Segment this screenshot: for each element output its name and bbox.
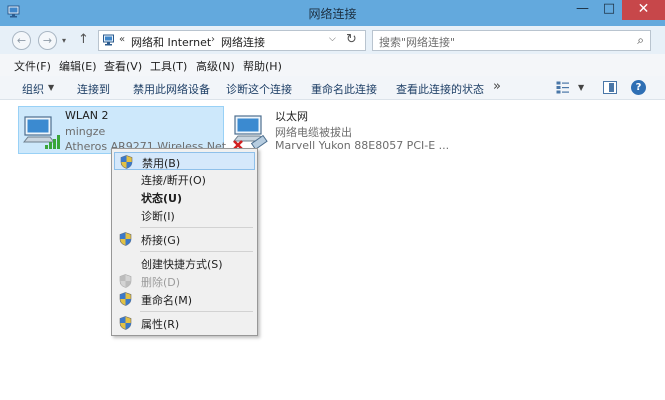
menu-item-label: 禁用(B) <box>142 157 181 170</box>
change-view-icon[interactable] <box>556 81 570 94</box>
connection-status: 网络电缆被拔出 <box>275 126 352 139</box>
menu-item-status[interactable]: 状态(U) <box>114 188 255 206</box>
preview-pane-icon[interactable] <box>603 81 617 94</box>
uac-shield-icon <box>119 232 132 246</box>
menu-item-connect-disconnect[interactable]: 连接/断开(O) <box>114 170 255 188</box>
menu-item-delete: 删除(D) <box>114 272 255 290</box>
menu-item-create-shortcut[interactable]: 创建快捷方式(S) <box>114 254 255 272</box>
menu-separator <box>140 311 253 312</box>
up-button[interactable]: ↑ <box>78 32 89 47</box>
menu-advanced[interactable]: 高级(N) <box>196 58 235 74</box>
connection-device: Marvell Yukon 88E8057 PCI-E ... <box>275 139 450 152</box>
menu-separator <box>140 227 253 228</box>
connections-list: WLAN 2 mingze Atheros AR9271 Wireless Ne… <box>0 100 665 400</box>
connection-name: 以太网 <box>275 110 308 123</box>
context-menu: 禁用(B) 连接/断开(O) 状态(U) 诊断(I) 桥接(G) 创建快捷方式(… <box>111 148 258 336</box>
menu-item-label: 桥接(G) <box>141 234 181 247</box>
recent-locations-dropdown[interactable]: ▾ <box>62 36 66 45</box>
help-icon[interactable]: ? <box>631 80 646 95</box>
disable-device-button[interactable]: 禁用此网络设备 <box>133 81 210 97</box>
address-dropdown-icon[interactable]: ⌵ <box>329 34 336 44</box>
navigation-bar: ← → ▾ ↑ « 网络和 Internet › 网络连接 ⌵ ↻ 搜索"网络连… <box>0 26 665 54</box>
preview-pane-fill <box>609 83 614 92</box>
connect-to-button[interactable]: 连接到 <box>77 81 110 97</box>
menu-bar: 文件(F) 编辑(E) 查看(V) 工具(T) 高级(N) 帮助(H) <box>0 54 665 76</box>
organize-button[interactable]: 组织 <box>22 81 44 97</box>
refresh-icon[interactable]: ↻ <box>346 32 357 47</box>
menu-item-label: 状态(U) <box>141 192 182 205</box>
connection-network: mingze <box>65 125 106 138</box>
breadcrumb-network-connections[interactable]: 网络连接 <box>221 34 265 50</box>
menu-item-diagnose[interactable]: 诊断(I) <box>114 206 255 224</box>
connection-name: WLAN 2 <box>65 109 109 122</box>
menu-edit[interactable]: 编辑(E) <box>59 58 97 74</box>
address-overflow-chevron[interactable]: « <box>119 34 125 45</box>
minimize-button[interactable]: — <box>569 0 596 20</box>
search-box[interactable]: 搜索"网络连接" ⌕ <box>372 30 651 51</box>
breadcrumb-separator[interactable]: › <box>211 34 215 45</box>
uac-shield-icon <box>119 274 132 288</box>
close-button[interactable]: ✕ <box>622 0 665 20</box>
menu-separator <box>140 251 253 252</box>
explorer-window: 网络连接 — □ ✕ ← → ▾ ↑ « 网络和 Internet › 网络连接… <box>0 0 665 400</box>
organize-dropdown-icon[interactable]: ▼ <box>48 83 54 92</box>
menu-item-label: 连接/断开(O) <box>141 174 206 187</box>
command-bar: 组织 ▼ 连接到 禁用此网络设备 诊断这个连接 重命名此连接 查看此连接的状态 … <box>0 76 665 100</box>
menu-file[interactable]: 文件(F) <box>14 58 51 74</box>
menu-item-label: 删除(D) <box>141 276 181 289</box>
title-bar[interactable]: 网络连接 — □ ✕ <box>0 0 665 26</box>
menu-item-bridge[interactable]: 桥接(G) <box>114 230 255 248</box>
menu-item-rename[interactable]: 重命名(M) <box>114 290 255 308</box>
ethernet-adapter-icon <box>233 115 268 150</box>
menu-item-label: 创建快捷方式(S) <box>141 258 223 271</box>
uac-shield-icon <box>119 292 132 306</box>
uac-shield-icon <box>119 316 132 330</box>
search-icon[interactable]: ⌕ <box>637 33 644 48</box>
menu-item-label: 属性(R) <box>141 318 180 331</box>
view-status-button[interactable]: 查看此连接的状态 <box>396 81 484 97</box>
menu-item-disable[interactable]: 禁用(B) <box>114 152 255 170</box>
menu-view[interactable]: 查看(V) <box>104 58 142 74</box>
window-title: 网络连接 <box>308 7 357 21</box>
network-folder-icon <box>103 34 114 46</box>
rename-connection-button[interactable]: 重命名此连接 <box>311 81 377 97</box>
menu-tools[interactable]: 工具(T) <box>150 58 187 74</box>
maximize-button[interactable]: □ <box>596 0 622 20</box>
menu-help[interactable]: 帮助(H) <box>243 58 282 74</box>
connection-item-ethernet[interactable]: 以太网 网络电缆被拔出 Marvell Yukon 88E8057 PCI-E … <box>229 106 449 154</box>
back-button[interactable]: ← <box>12 31 31 50</box>
breadcrumb-network-internet[interactable]: 网络和 Internet <box>131 34 211 50</box>
uac-shield-icon <box>120 155 133 169</box>
search-input[interactable]: 搜索"网络连接" <box>379 34 455 50</box>
menu-item-properties[interactable]: 属性(R) <box>114 314 255 332</box>
wireless-adapter-icon <box>23 116 60 149</box>
more-commands-icon[interactable]: » <box>493 79 501 94</box>
connection-item-wlan2[interactable]: WLAN 2 mingze Atheros AR9271 Wireless Ne… <box>18 106 237 154</box>
menu-item-label: 诊断(I) <box>141 210 175 223</box>
view-dropdown-icon[interactable]: ▼ <box>578 83 584 92</box>
forward-button[interactable]: → <box>38 31 57 50</box>
address-bar[interactable]: « 网络和 Internet › 网络连接 ⌵ ↻ <box>98 30 366 51</box>
diagnose-connection-button[interactable]: 诊断这个连接 <box>226 81 292 97</box>
menu-item-label: 重命名(M) <box>141 294 193 307</box>
